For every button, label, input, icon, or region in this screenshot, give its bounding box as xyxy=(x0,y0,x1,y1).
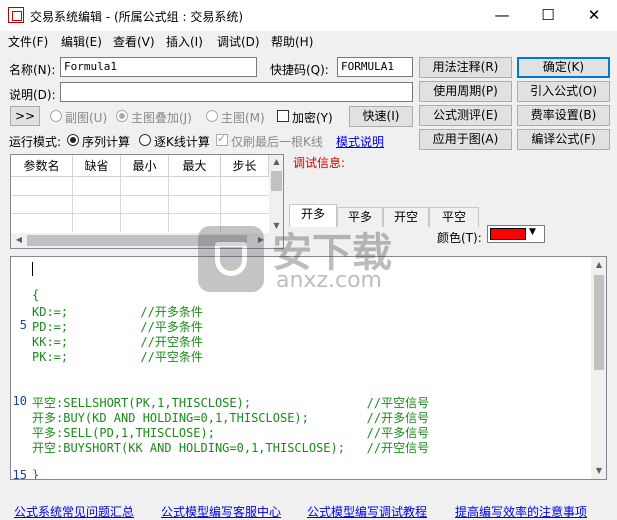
menu-view[interactable]: 查看(V) xyxy=(113,33,155,50)
expand-button[interactable]: >> xyxy=(10,106,40,126)
scroll-up-icon[interactable]: ▲ xyxy=(269,157,283,166)
menu-file[interactable]: 文件(F) xyxy=(8,33,48,50)
description-input[interactable] xyxy=(60,82,413,102)
fee-settings-button[interactable]: 费率设置(B) xyxy=(517,105,610,126)
chevron-down-icon[interactable]: ▼ xyxy=(529,227,536,237)
scroll-down-icon[interactable]: ▼ xyxy=(591,466,606,475)
last-bar-only-checkbox[interactable] xyxy=(216,132,228,146)
line-number-5: 5 xyxy=(19,318,27,332)
subchart-radio[interactable] xyxy=(50,110,62,122)
shortcut-input[interactable]: FORMULA1 xyxy=(337,57,413,77)
editor-vscroll[interactable]: ▲ ▼ xyxy=(591,257,606,479)
color-label: 颜色(T): xyxy=(437,231,482,245)
watermark-shield-shape xyxy=(215,242,247,276)
encrypt-checkbox[interactable] xyxy=(277,110,289,122)
name-input[interactable]: Formula1 xyxy=(60,57,257,77)
line-number-10: 10 xyxy=(12,394,27,408)
minimize-button[interactable]: — xyxy=(479,0,525,31)
mainchart-label: 主图(M) xyxy=(221,111,265,125)
fast-button[interactable]: 快速(I) xyxy=(349,106,413,127)
table-vscroll-thumb[interactable] xyxy=(271,171,282,191)
last-bar-only-label: 仅刷最后一根K线 xyxy=(231,135,323,149)
overlay-radio[interactable] xyxy=(116,110,128,122)
menu-bar: 文件(F) 编辑(E) 查看(V) 插入(I) 调试(D) 帮助(H) xyxy=(0,31,617,51)
code-line: 开空:BUYSHORT(KK AND HOLDING=0,1,THISCLOSE… xyxy=(32,441,430,455)
per-bar-calc-label: 逐K线计算 xyxy=(154,135,210,149)
mainchart-radio[interactable] xyxy=(206,110,218,122)
sequence-calc-label: 序列计算 xyxy=(82,135,131,149)
run-mode-label: 运行模式: xyxy=(9,135,62,149)
text-cursor xyxy=(32,262,33,276)
code-line: } xyxy=(32,468,40,480)
code-line: PK:=; //平空条件 xyxy=(32,350,203,364)
shortcut-label: 快捷码(Q): xyxy=(270,63,329,77)
param-header-default[interactable]: 缺省 xyxy=(73,155,121,177)
sequence-calc-radio[interactable] xyxy=(67,134,79,146)
apply-to-chart-button[interactable]: 应用于图(A) xyxy=(419,129,512,150)
formula-test-button[interactable]: 公式测评(E) xyxy=(419,105,512,126)
color-swatch xyxy=(490,228,526,240)
faq-link[interactable]: 公式系统常见问题汇总 xyxy=(14,503,134,520)
code-line: { xyxy=(32,288,40,302)
efficiency-tips-link[interactable]: 提高编写效率的注意事项 xyxy=(455,503,587,520)
color-select[interactable]: ▼ xyxy=(487,225,545,243)
maximize-button[interactable]: ☐ xyxy=(525,0,571,31)
ok-button[interactable]: 确定(K) xyxy=(517,57,610,78)
syntax-help-button[interactable]: 用法注释(R) xyxy=(419,57,512,78)
compile-formula-button[interactable]: 编译公式(F) xyxy=(517,129,610,150)
subchart-label: 副图(U) xyxy=(65,111,108,125)
period-button[interactable]: 使用周期(P) xyxy=(419,81,512,102)
watermark: 安下载 anxz.com xyxy=(198,220,428,300)
param-header-max[interactable]: 最大 xyxy=(169,155,221,177)
mode-help-link[interactable]: 模式说明 xyxy=(336,133,384,150)
scroll-left-icon[interactable]: ◀ xyxy=(13,235,25,244)
support-center-link[interactable]: 公式模型编写客服中心 xyxy=(161,503,281,520)
app-icon xyxy=(8,7,24,23)
table-col-divider xyxy=(168,177,169,232)
encrypt-label: 加密(Y) xyxy=(292,111,333,125)
table-row-divider xyxy=(11,195,269,196)
window-title: 交易系统编辑 - (所属公式组 : 交易系统) xyxy=(30,10,243,24)
param-header-name[interactable]: 参数名 xyxy=(11,155,73,177)
menu-insert[interactable]: 插入(I) xyxy=(166,33,203,50)
title-bar: 交易系统编辑 - (所属公式组 : 交易系统) — ☐ ✕ xyxy=(0,0,617,31)
watermark-url: anxz.com xyxy=(276,268,382,293)
name-label: 名称(N): xyxy=(9,63,56,77)
param-header-min[interactable]: 最小 xyxy=(121,155,169,177)
overlay-label: 主图叠加(J) xyxy=(131,111,192,125)
param-header-step[interactable]: 步长 xyxy=(221,155,269,177)
description-label: 说明(D): xyxy=(9,88,56,102)
import-formula-button[interactable]: 引入公式(O) xyxy=(517,81,610,102)
menu-debug[interactable]: 调试(D) xyxy=(217,33,260,50)
menu-edit[interactable]: 编辑(E) xyxy=(61,33,102,50)
table-col-divider xyxy=(120,177,121,232)
close-button[interactable]: ✕ xyxy=(571,0,617,31)
watermark-shield-icon xyxy=(198,226,264,292)
line-number-15: 15 xyxy=(12,468,27,480)
scroll-up-icon[interactable]: ▲ xyxy=(591,260,606,269)
editor-vscroll-thumb[interactable] xyxy=(594,275,604,370)
table-row-divider xyxy=(11,213,269,214)
table-col-divider xyxy=(72,177,73,232)
per-bar-calc-radio[interactable] xyxy=(139,134,151,146)
debug-info-label: 调试信息: xyxy=(293,156,346,170)
menu-help[interactable]: 帮助(H) xyxy=(271,33,313,50)
tab-close-short[interactable]: 平空 xyxy=(429,207,479,227)
tutorial-link[interactable]: 公式模型编写调试教程 xyxy=(307,503,427,520)
